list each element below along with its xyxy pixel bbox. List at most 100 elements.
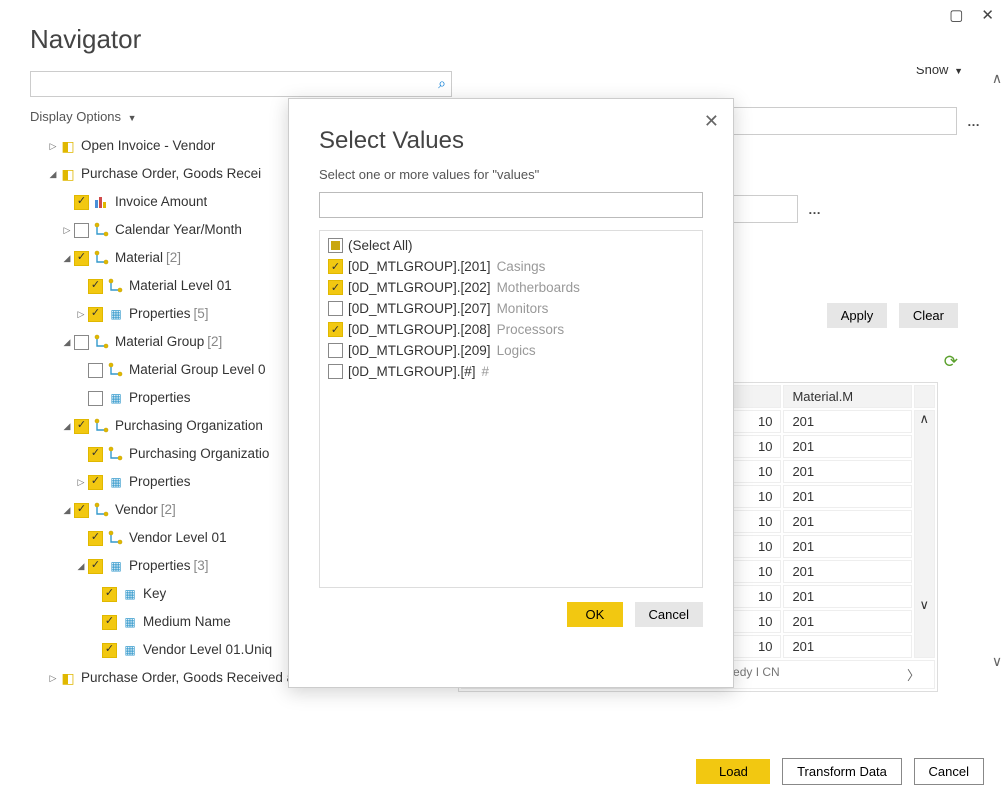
table-icon: ▦ xyxy=(108,391,124,405)
table-cell: 201 xyxy=(783,560,911,583)
expander-icon[interactable]: ▷ xyxy=(74,477,88,488)
cube-icon: ◧ xyxy=(60,138,76,155)
table-cell: 201 xyxy=(783,635,911,658)
scroll-down-icon[interactable]: ∨ xyxy=(992,653,1002,670)
expander-icon[interactable]: ▷ xyxy=(74,309,88,320)
checkbox[interactable] xyxy=(328,238,343,253)
checkbox[interactable]: ✓ xyxy=(74,195,89,210)
cube-icon: ◧ xyxy=(60,166,76,183)
table-icon: ▦ xyxy=(108,475,124,489)
table-cell: 201 xyxy=(783,410,911,433)
checkbox[interactable] xyxy=(88,391,103,406)
clear-button[interactable]: Clear xyxy=(899,303,958,328)
window-restore-icon[interactable]: ▢ xyxy=(949,6,963,24)
table-cell: 201 xyxy=(783,510,911,533)
checkbox[interactable]: ✓ xyxy=(88,307,103,322)
select-all-item[interactable]: (Select All) xyxy=(320,235,702,256)
value-item[interactable]: [0D_MTLGROUP].[207] Monitors xyxy=(320,298,702,319)
table-cell: 201 xyxy=(783,435,911,458)
hierarchy-icon xyxy=(108,278,124,294)
expander-icon[interactable]: ◢ xyxy=(60,253,74,264)
hierarchy-icon xyxy=(108,362,124,378)
page-title: Navigator xyxy=(0,0,1008,67)
value-item[interactable]: ✓ [0D_MTLGROUP].[201] Casings xyxy=(320,256,702,277)
cancel-button[interactable]: Cancel xyxy=(635,602,703,627)
checkbox[interactable] xyxy=(328,301,343,316)
expander-icon[interactable]: ◢ xyxy=(74,561,88,572)
ellipsis-button[interactable]: … xyxy=(802,202,829,217)
table-cell: 201 xyxy=(783,460,911,483)
table-cell: 201 xyxy=(783,585,911,608)
close-icon[interactable]: ✕ xyxy=(704,111,719,132)
hierarchy-icon xyxy=(94,502,110,518)
checkbox[interactable] xyxy=(328,364,343,379)
checkbox[interactable]: ✓ xyxy=(328,322,343,337)
ellipsis-button[interactable]: … xyxy=(961,114,988,129)
table-icon: ▦ xyxy=(122,615,138,629)
hierarchy-icon xyxy=(94,222,110,238)
select-values-dialog: ✕ Select Values Select one or more value… xyxy=(288,98,734,688)
dialog-title: Select Values xyxy=(289,99,733,163)
bar-chart-icon xyxy=(94,195,110,209)
checkbox[interactable] xyxy=(74,335,89,350)
refresh-icon[interactable]: ⟳ xyxy=(944,352,958,372)
checkbox[interactable]: ✓ xyxy=(74,251,89,266)
cancel-button[interactable]: Cancel xyxy=(914,758,984,785)
window-close-icon[interactable]: ✕ xyxy=(981,6,994,24)
chevron-down-icon: ▼ xyxy=(954,67,963,76)
expander-icon[interactable]: ◢ xyxy=(60,421,74,432)
scroll-up-icon[interactable]: ∧ xyxy=(992,70,1002,87)
dialog-filter-input[interactable] xyxy=(319,192,703,218)
value-item[interactable]: [0D_MTLGROUP].[#] # xyxy=(320,361,702,382)
cube-icon: ◧ xyxy=(60,670,76,687)
dialog-subtitle: Select one or more values for "values" xyxy=(289,163,733,192)
column-header[interactable]: Material.M xyxy=(783,385,911,408)
expander-icon[interactable]: ▷ xyxy=(60,225,74,236)
checkbox[interactable]: ✓ xyxy=(74,503,89,518)
value-item[interactable]: [0D_MTLGROUP].[209] Logics xyxy=(320,340,702,361)
checkbox[interactable]: ✓ xyxy=(328,280,343,295)
hierarchy-icon xyxy=(94,250,110,266)
search-input[interactable] xyxy=(30,71,452,97)
checkbox[interactable] xyxy=(74,223,89,238)
hierarchy-icon xyxy=(94,418,110,434)
checkbox[interactable]: ✓ xyxy=(102,587,117,602)
value-item[interactable]: ✓ [0D_MTLGROUP].[202] Motherboards xyxy=(320,277,702,298)
checkbox[interactable]: ✓ xyxy=(88,279,103,294)
scroll-down-icon[interactable]: ∨ xyxy=(915,597,934,613)
expander-icon[interactable]: ▷ xyxy=(46,141,60,152)
scroll-right-icon[interactable]: 〉 xyxy=(907,665,920,684)
checkbox[interactable]: ✓ xyxy=(74,419,89,434)
scroll-up-icon[interactable]: ∧ xyxy=(915,411,934,427)
checkbox[interactable]: ✓ xyxy=(88,531,103,546)
transform-data-button[interactable]: Transform Data xyxy=(782,758,902,785)
expander-icon[interactable]: ◢ xyxy=(46,169,60,180)
checkbox[interactable]: ✓ xyxy=(88,475,103,490)
show-dropdown[interactable]: Show ▼ xyxy=(916,67,963,77)
apply-button[interactable]: Apply xyxy=(827,303,888,328)
checkbox[interactable]: ✓ xyxy=(88,559,103,574)
checkbox[interactable]: ✓ xyxy=(328,259,343,274)
checkbox[interactable]: ✓ xyxy=(88,447,103,462)
search-icon[interactable]: ⌕ xyxy=(438,75,446,92)
table-icon: ▦ xyxy=(122,587,138,601)
checkbox[interactable] xyxy=(328,343,343,358)
expander-icon[interactable]: ▷ xyxy=(46,673,60,684)
hierarchy-icon xyxy=(108,446,124,462)
checkbox[interactable]: ✓ xyxy=(102,643,117,658)
value-item[interactable]: ✓ [0D_MTLGROUP].[208] Processors xyxy=(320,319,702,340)
table-cell: 201 xyxy=(783,610,911,633)
dialog-values-list: (Select All) ✓ [0D_MTLGROUP].[201] Casin… xyxy=(319,230,703,588)
checkbox[interactable] xyxy=(88,363,103,378)
hierarchy-icon xyxy=(94,334,110,350)
table-cell: 201 xyxy=(783,485,911,508)
expander-icon[interactable]: ◢ xyxy=(60,505,74,516)
checkbox[interactable]: ✓ xyxy=(102,615,117,630)
hierarchy-icon xyxy=(108,530,124,546)
load-button[interactable]: Load xyxy=(696,759,770,784)
table-icon: ▦ xyxy=(122,643,138,657)
outer-scrollbar[interactable]: ∧ ∨ xyxy=(990,70,1004,670)
table-icon: ▦ xyxy=(108,307,124,321)
expander-icon[interactable]: ◢ xyxy=(60,337,74,348)
ok-button[interactable]: OK xyxy=(567,602,623,627)
